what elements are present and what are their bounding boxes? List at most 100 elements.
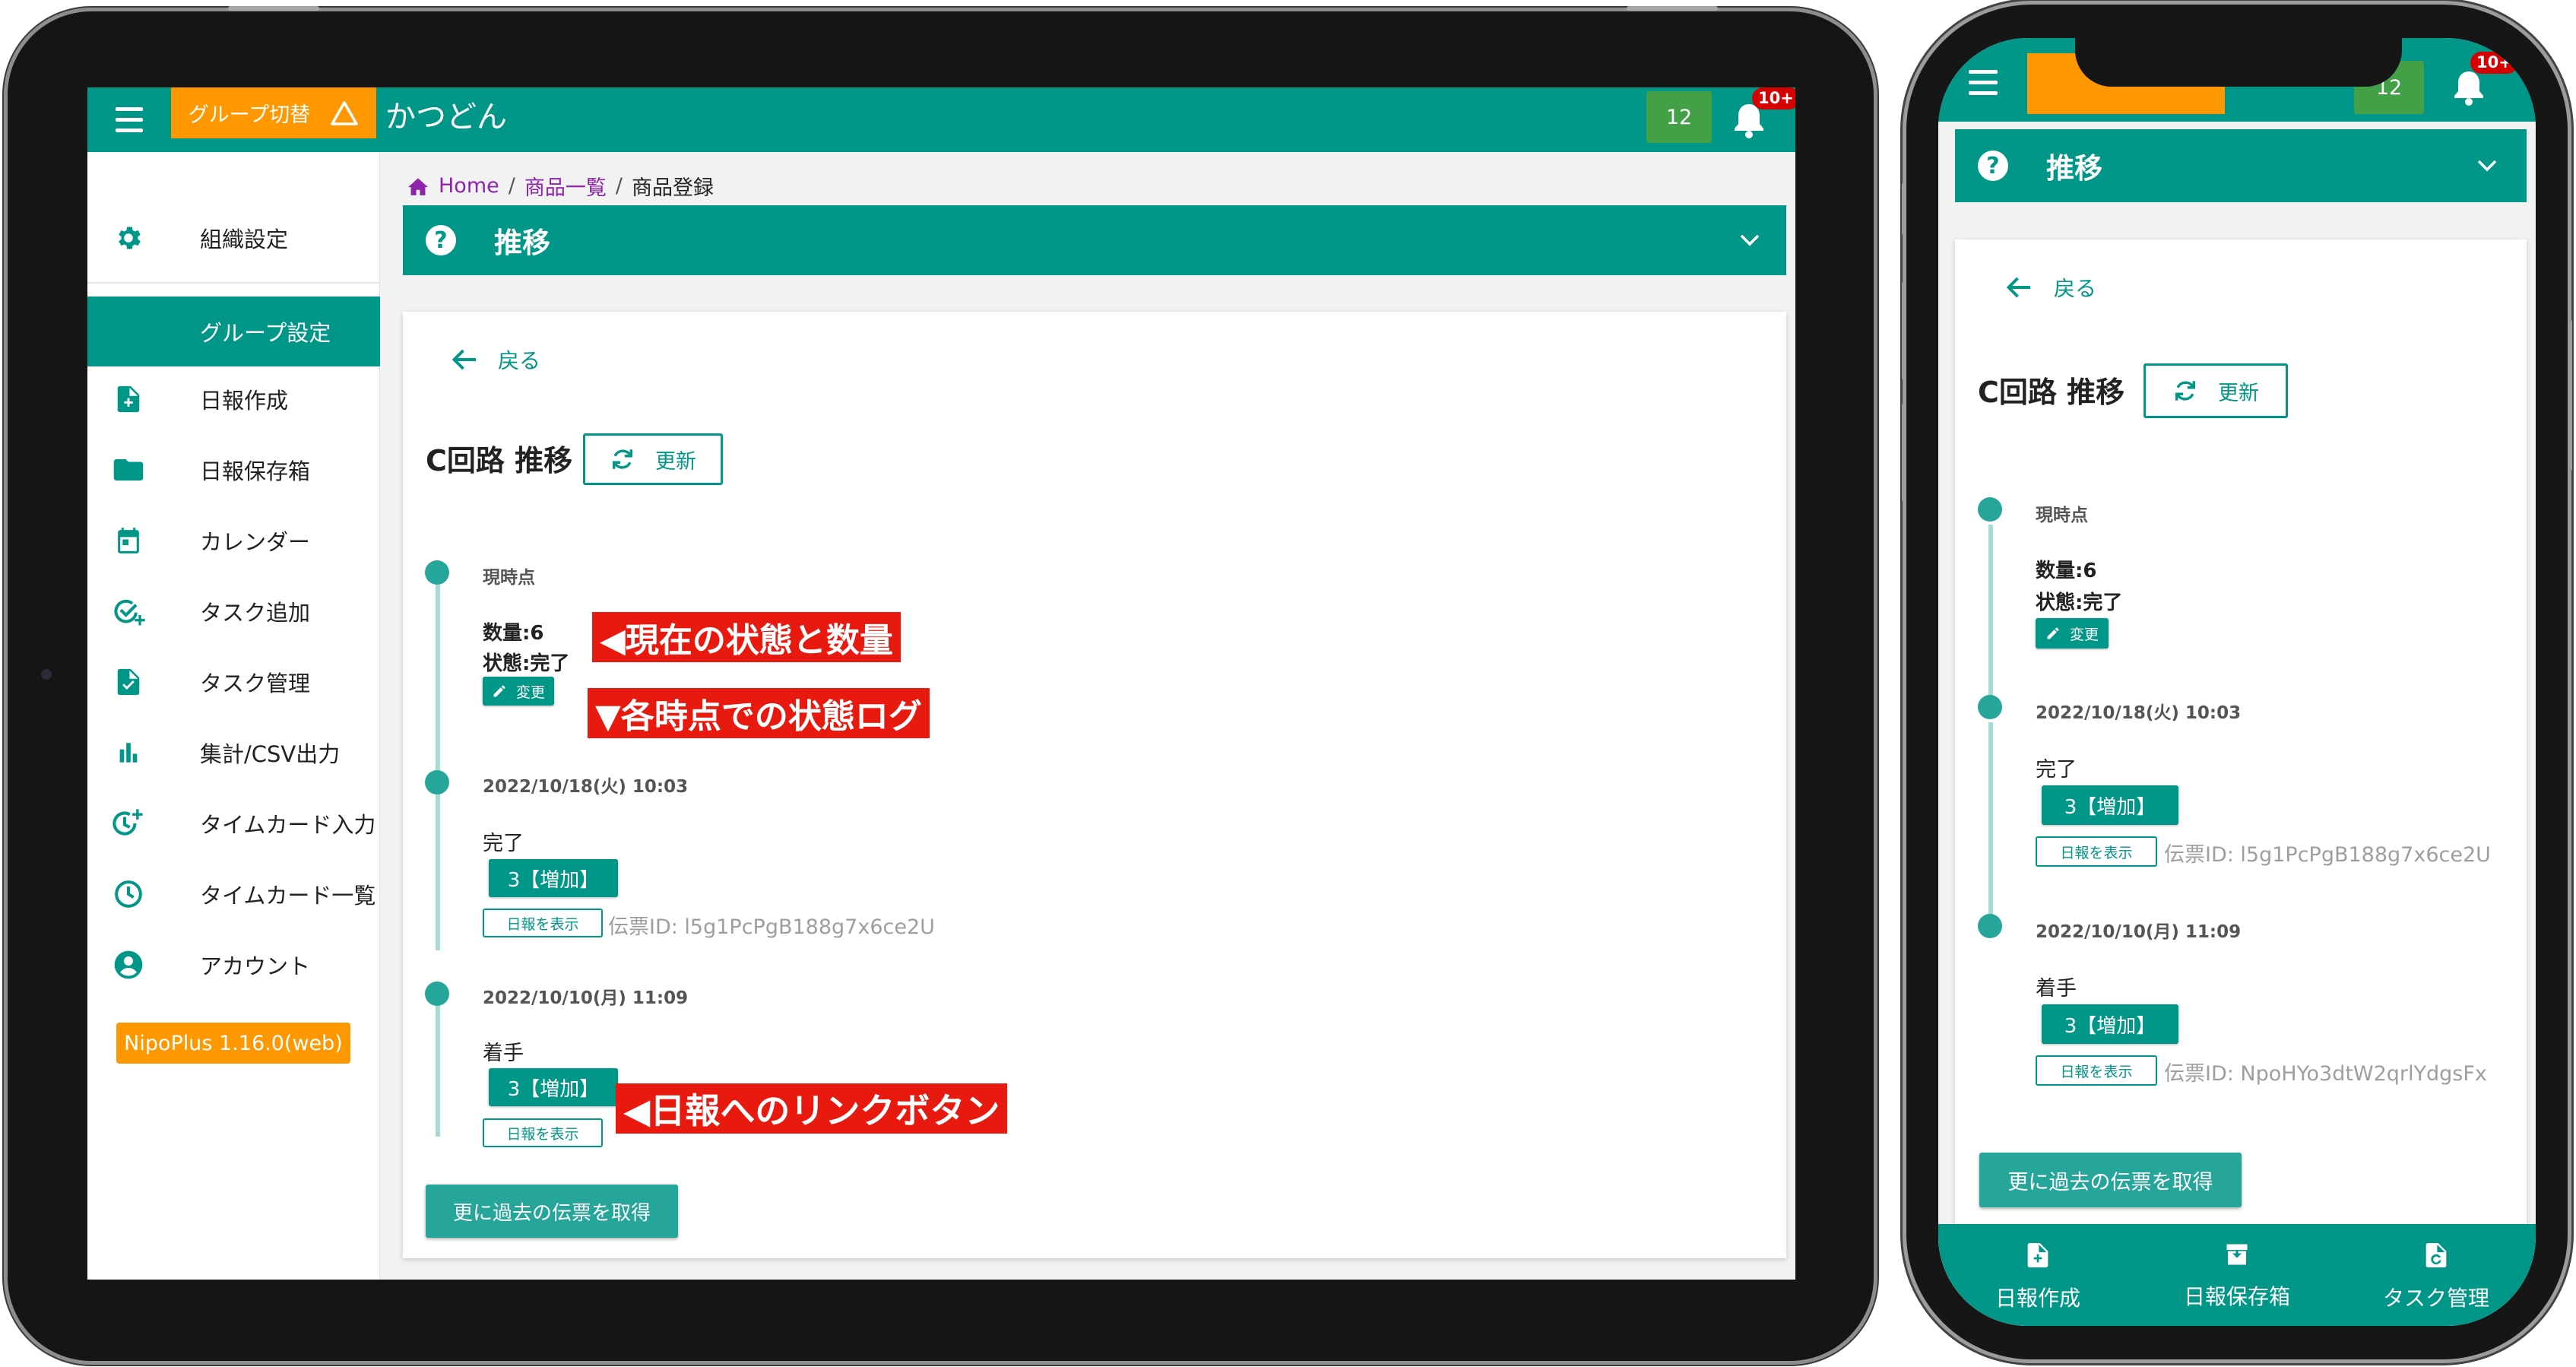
timeline-current-heading: 現時点 [2036, 506, 2088, 525]
sidebar-item-group-settings[interactable]: グループ設定 [87, 297, 380, 366]
refresh-button[interactable]: 更新 [2143, 363, 2288, 418]
timeline-dot [1978, 497, 2002, 522]
count-badge[interactable]: 12 [1646, 91, 1712, 143]
bell-icon[interactable] [2452, 68, 2486, 109]
bottom-nav-label: 日報保存箱 [2183, 1284, 2290, 1309]
change-label: 変更 [515, 684, 545, 701]
tablet-camera [41, 669, 52, 680]
current-status: 状態:完了 [483, 652, 570, 675]
current-quantity: 数量:6 [483, 622, 544, 645]
note-add-icon [106, 384, 151, 414]
group-switch-button[interactable]: グループ切替 [171, 87, 376, 138]
version-badge: NipoPlus 1.16.0(web) [116, 1023, 350, 1064]
timeline-current-heading: 現時点 [483, 568, 535, 588]
breadcrumb-separator: / [615, 174, 623, 198]
bottom-nav-report-box[interactable]: 日報保存箱 [2137, 1224, 2337, 1326]
annotation-report-link: ◀日報へのリンクボタン [616, 1083, 1008, 1134]
sidebar-item-label: グループ設定 [200, 320, 331, 346]
archive-icon [2226, 1244, 2248, 1265]
app-name: かつどん [385, 100, 507, 135]
change-label: 変更 [2069, 626, 2099, 643]
change-button[interactable]: 変更 [483, 677, 554, 706]
bottom-nav-report-create[interactable]: 日報作成 [1938, 1224, 2137, 1326]
page-title: C回路 推移 [1978, 376, 2125, 409]
back-label: 戻る [2054, 276, 2097, 301]
breadcrumb: Home / 商品一覧 / 商品登録 [407, 171, 714, 201]
sidebar-divider [87, 282, 380, 284]
sidebar-item-label: 組織設定 [200, 227, 289, 252]
timeline-datetime: 2022/10/10(月) 11:09 [483, 988, 689, 1008]
sidebar-item-org-settings[interactable]: 組織設定 [87, 215, 380, 261]
back-button[interactable]: 戻る [451, 344, 540, 375]
show-report-button[interactable]: 日報を表示 [483, 909, 603, 937]
change-button[interactable]: 変更 [2036, 618, 2109, 649]
timeline-datetime: 2022/10/10(月) 11:09 [2036, 922, 2242, 942]
timeline-dot [425, 770, 449, 795]
breadcrumb-current: 商品登録 [631, 176, 714, 200]
help-icon: ? [1978, 151, 2008, 181]
sidebar-item-label: タイムカード一覧 [200, 883, 376, 909]
sidebar-item-report-create[interactable]: 日報作成 [87, 376, 380, 422]
help-icon: ? [426, 225, 456, 255]
back-button[interactable]: 戻る [2005, 272, 2096, 303]
phone-notch [2075, 30, 2402, 87]
sidebar-item-account[interactable]: アカウント [87, 942, 380, 988]
accordion-title: 推移 [494, 227, 550, 259]
bottom-nav-task-manage[interactable]: タスク管理 [2337, 1224, 2536, 1326]
sidebar-item-task-manage[interactable]: タスク管理 [87, 659, 380, 705]
timeline-status: 完了 [483, 832, 524, 855]
timeline-status: 完了 [2036, 758, 2077, 782]
bar-chart-icon [106, 740, 151, 766]
fetch-older-slips-button[interactable]: 更に過去の伝票を取得 [426, 1185, 678, 1238]
tablet-screen: グループ切替 かつどん 12 10+ 組織設定 グループ設定 日報作成 日報保存… [87, 87, 1795, 1280]
sidebar-item-report-box[interactable]: 日報保存箱 [87, 447, 380, 493]
sidebar-item-task-add[interactable]: タスク追加 [87, 588, 380, 634]
arrow-left-icon [2006, 277, 2030, 298]
transition-accordion[interactable]: ? 推移 [403, 205, 1786, 275]
breadcrumb-product-list[interactable]: 商品一覧 [524, 171, 607, 201]
sidebar-item-label: アカウント [200, 953, 311, 979]
task-add-icon [106, 596, 151, 626]
timeline-line [436, 783, 440, 950]
current-quantity: 数量:6 [2036, 560, 2097, 582]
show-report-button[interactable]: 日報を表示 [2036, 1055, 2157, 1086]
sidebar-item-timecard-input[interactable]: タイムカード入力 [87, 801, 380, 846]
sidebar-item-timecard-list[interactable]: タイムカード一覧 [87, 871, 380, 917]
task-manage-icon [106, 667, 151, 697]
breadcrumb-separator: / [508, 174, 515, 198]
warning-icon [331, 100, 358, 125]
tablet-top-button-2 [1627, 6, 1718, 11]
show-report-button[interactable]: 日報を表示 [483, 1118, 603, 1147]
transition-accordion[interactable]: ? 推移 [1955, 129, 2527, 202]
sidebar-item-label: タスク管理 [200, 671, 311, 696]
timeline-datetime: 2022/10/18(火) 10:03 [483, 777, 689, 797]
sidebar-item-calendar[interactable]: カレンダー [87, 518, 380, 563]
fetch-older-slips-button[interactable]: 更に過去の伝票を取得 [1979, 1153, 2242, 1207]
timeline-dot [425, 560, 449, 585]
back-label: 戻る [498, 348, 541, 373]
note-add-icon [2027, 1243, 2048, 1267]
sidebar-item-label: 集計/CSV出力 [200, 741, 341, 767]
annotation-current-state: ◀現在の状態と数量 [592, 612, 901, 662]
show-report-button[interactable]: 日報を表示 [2036, 836, 2157, 867]
timeline-line [436, 996, 440, 1137]
phone-side-button [1902, 182, 1906, 236]
phone-side-button-2 [1902, 281, 1906, 380]
quantity-chip: 3【増加】 [489, 1068, 618, 1106]
breadcrumb-home[interactable]: Home [439, 174, 499, 198]
account-icon [106, 950, 151, 980]
refresh-button[interactable]: 更新 [583, 433, 723, 485]
menu-icon[interactable] [116, 107, 143, 132]
accordion-title: 推移 [2046, 152, 2102, 185]
home-icon [408, 177, 428, 195]
menu-icon[interactable] [1969, 70, 1998, 95]
refresh-icon [612, 449, 633, 469]
refresh-label: 更新 [2218, 381, 2259, 405]
group-switch-label: グループ切替 [188, 103, 311, 127]
notification-count: 10+ [2470, 52, 2518, 74]
annotation-state-log: ▼各時点での状態ログ [588, 688, 930, 738]
arrow-left-icon [452, 349, 476, 370]
pencil-icon [2047, 627, 2059, 639]
sidebar-item-stats-csv[interactable]: 集計/CSV出力 [87, 730, 380, 775]
timecard-add-icon [106, 807, 151, 839]
